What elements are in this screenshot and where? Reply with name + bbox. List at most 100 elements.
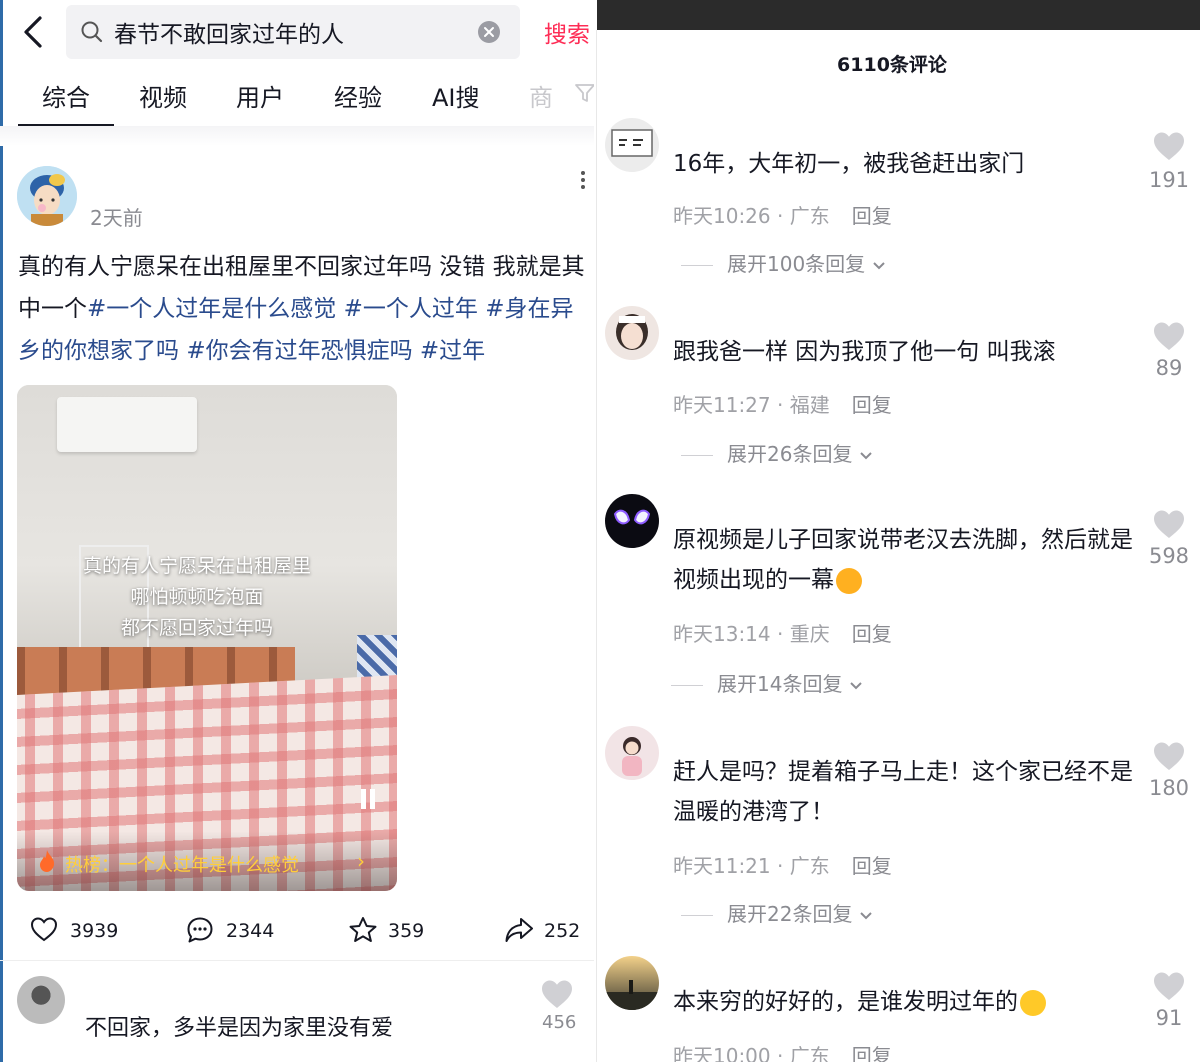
status-bar xyxy=(597,0,1200,30)
hot-list-label: 热榜：一个人过年是什么感觉 xyxy=(65,855,299,876)
back-button[interactable] xyxy=(18,14,50,50)
chevron-down-icon xyxy=(860,452,872,460)
tab-users[interactable]: 用户 xyxy=(236,78,284,113)
post-time: 2天前 xyxy=(90,206,143,230)
tabs-separator xyxy=(0,126,594,146)
heart-icon[interactable] xyxy=(1152,740,1186,772)
avatar-image xyxy=(605,494,659,548)
reply-button[interactable]: 回复 xyxy=(852,204,892,228)
heart-icon[interactable] xyxy=(1152,320,1186,352)
clear-search-button[interactable] xyxy=(478,21,500,43)
search-tabs: 综合 视频 用户 经验 AI搜 商 xyxy=(0,70,594,127)
comment-text: 跟我爸一样 因为我顶了他一句 叫我滚 xyxy=(673,339,1056,365)
comment-meta: 昨天11:21 · 广东 回复 xyxy=(673,850,892,879)
expand-replies-button[interactable]: 展开14条回复 xyxy=(671,668,863,697)
heart-icon xyxy=(30,917,58,942)
pause-icon[interactable] xyxy=(359,789,377,809)
comment-text: 本来穷的好好的，是谁发明过年的 xyxy=(673,982,1133,1022)
search-box[interactable] xyxy=(66,5,520,59)
post-caption: 真的有人宁愿呆在出租屋里不回家过年吗 没错 我就是其中一个#一个人过年是什么感觉… xyxy=(18,246,590,372)
comment-time-location: 昨天10:00 · 广东 xyxy=(673,1044,830,1062)
comments-title: 6110条评论 xyxy=(837,54,947,76)
comment-time-location: 昨天10:26 · 广东 xyxy=(673,204,830,228)
heart-icon[interactable] xyxy=(1152,130,1186,162)
comment-meta: 昨天10:26 · 广东 回复 xyxy=(673,200,892,229)
comment-time-location: 昨天11:27 · 福建 xyxy=(673,393,830,417)
tab-experience[interactable]: 经验 xyxy=(334,78,382,113)
comment-text-content: 原视频是儿子回家说带老汉去洗脚，然后就是视频出现的一幕 xyxy=(673,527,1133,593)
search-button[interactable]: 搜索 xyxy=(544,15,590,49)
tab-comprehensive[interactable]: 综合 xyxy=(18,78,114,127)
search-header: 搜索 xyxy=(0,0,594,66)
heart-icon[interactable] xyxy=(540,978,574,1010)
avatar-image xyxy=(605,956,659,1010)
comment-like-count: 191 xyxy=(1148,168,1190,192)
comment-like-count: 180 xyxy=(1148,776,1190,800)
laughing-emoji-icon xyxy=(1020,989,1046,1016)
chevron-down-icon xyxy=(850,682,862,690)
comment-like-count: 91 xyxy=(1155,1006,1183,1030)
share-count: 252 xyxy=(544,920,581,942)
comment-like-count: 598 xyxy=(1148,544,1190,568)
back-icon xyxy=(24,16,42,48)
hashtag-link[interactable]: #一个人过年 xyxy=(344,296,478,322)
tab-shop[interactable]: 商 xyxy=(529,78,553,113)
expand-replies-button[interactable]: 展开26条回复 xyxy=(681,438,873,467)
commenter-avatar[interactable] xyxy=(605,118,659,172)
search-input[interactable] xyxy=(114,13,474,51)
avatar-image xyxy=(605,118,659,172)
comment-text: 赶人是吗？提着箱子马上走！这个家已经不是温暖的港湾了！ xyxy=(673,759,1133,825)
hashtag-link[interactable]: #你会有过年恐惧症吗 xyxy=(186,338,412,364)
video-caption-line: 都不愿回家过年吗 xyxy=(120,617,273,639)
comments-pane: 6110条评论 16年，大年初一，被我爸赶出家门 昨天10:26 · 广东 回复 … xyxy=(597,0,1200,1062)
expand-replies-label: 展开26条回复 xyxy=(727,442,853,466)
preview-comment-text: 不回家，多半是因为家里没有爱 xyxy=(85,1016,394,1041)
comment-meta: 昨天13:14 · 重庆 回复 xyxy=(673,618,892,647)
reply-button[interactable]: 回复 xyxy=(852,393,892,417)
tab-ai-search[interactable]: AI搜 xyxy=(432,78,480,113)
commenter-avatar[interactable] xyxy=(605,306,659,360)
comment-count: 2344 xyxy=(226,920,275,942)
avatar-illustration xyxy=(17,166,77,226)
commenter-avatar[interactable] xyxy=(605,494,659,548)
reply-button[interactable]: 回复 xyxy=(852,854,892,878)
video-caption-line: 真的有人宁愿呆在出租屋里 xyxy=(82,555,311,577)
heart-icon[interactable] xyxy=(1152,970,1186,1002)
reply-button[interactable]: 回复 xyxy=(852,1044,892,1062)
commenter-avatar[interactable] xyxy=(605,726,659,780)
comment-icon xyxy=(187,917,213,943)
chevron-right-icon: › xyxy=(357,849,365,873)
author-avatar[interactable] xyxy=(17,166,77,226)
comment-time-location: 昨天13:14 · 重庆 xyxy=(673,622,830,646)
star-icon xyxy=(349,917,377,942)
hot-list-banner[interactable]: 热榜：一个人过年是什么感觉 › xyxy=(17,831,397,891)
reply-button[interactable]: 回复 xyxy=(852,622,892,646)
video-caption-line: 哪怕顿顿吃泡面 xyxy=(130,586,264,608)
comment-meta: 昨天11:27 · 福建 回复 xyxy=(673,389,892,418)
hashtag-link[interactable]: #一个人过年是什么感觉 xyxy=(87,296,336,322)
heart-icon[interactable] xyxy=(1152,508,1186,540)
commenter-avatar[interactable] xyxy=(605,956,659,1010)
comment-like-count: 89 xyxy=(1155,356,1183,380)
video-scene-air-conditioner xyxy=(57,397,197,452)
tab-video[interactable]: 视频 xyxy=(139,78,187,113)
expand-replies-button[interactable]: 展开22条回复 xyxy=(681,898,873,927)
comment-text: 原视频是儿子回家说带老汉去洗脚，然后就是视频出现的一幕 xyxy=(673,520,1133,600)
expand-replies-button[interactable]: 展开100条回复 xyxy=(681,248,886,277)
avatar-image xyxy=(605,306,659,360)
preview-like-count: 456 xyxy=(542,1012,577,1033)
comment-text-content: 本来穷的好好的，是谁发明过年的 xyxy=(673,989,1018,1015)
comment-meta: 昨天10:00 · 广东 回复 xyxy=(673,1040,892,1062)
favorite-count: 359 xyxy=(388,920,425,942)
preview-comment-avatar[interactable] xyxy=(17,976,65,1024)
search-icon xyxy=(81,21,103,43)
flame-icon xyxy=(40,850,55,872)
more-icon[interactable] xyxy=(575,168,591,194)
expand-replies-label: 展开22条回复 xyxy=(727,902,853,926)
hashtag-link[interactable]: #过年 xyxy=(420,338,485,364)
pointing-hand-emoji-icon xyxy=(836,567,862,594)
window-edge xyxy=(0,0,3,1062)
filter-icon[interactable] xyxy=(574,82,594,104)
video-thumbnail[interactable]: 真的有人宁愿呆在出租屋里 哪怕顿顿吃泡面 都不愿回家过年吗 热榜：一个人过年是什… xyxy=(17,385,397,891)
share-icon xyxy=(505,918,533,942)
